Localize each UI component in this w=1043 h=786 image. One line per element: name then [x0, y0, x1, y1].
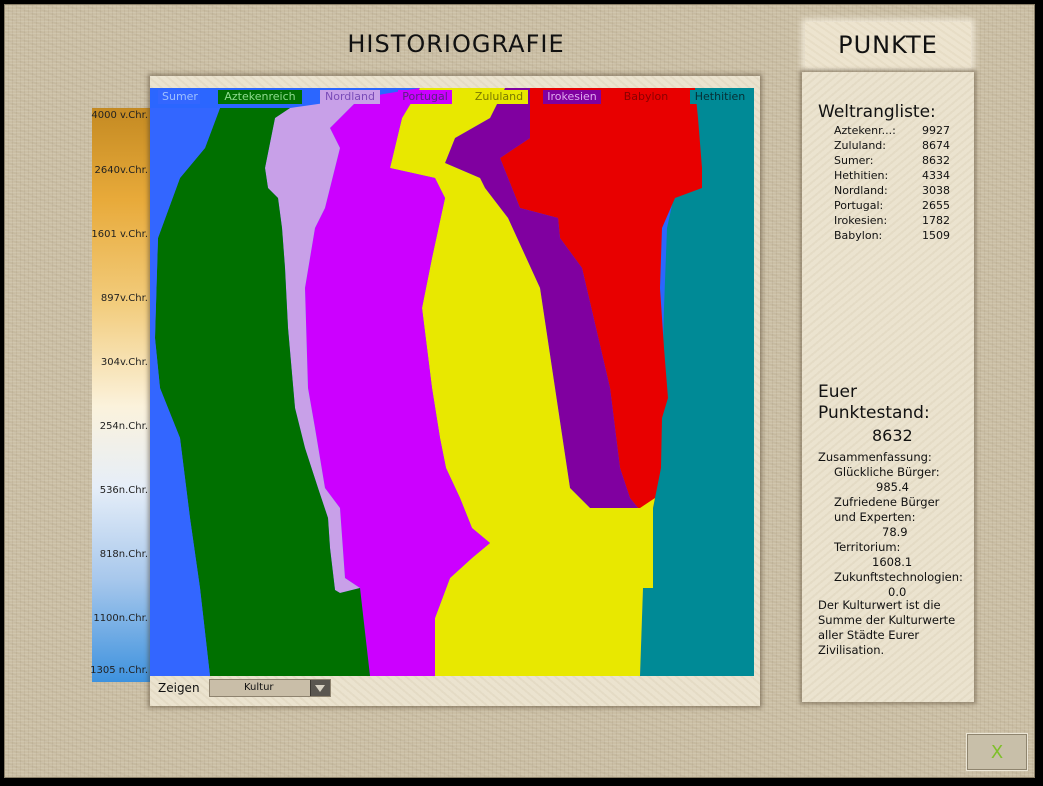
happy-citizens-label: Glückliche Bürger:	[834, 465, 940, 479]
close-icon: X	[990, 741, 1004, 763]
ranking-name: Hethitien:	[834, 169, 889, 182]
legend-label: Zululand	[474, 90, 524, 103]
zeigen-label: Zeigen	[158, 681, 200, 695]
timeline-label: 1305 n.Chr.	[90, 665, 148, 676]
score-value: 8632	[872, 426, 913, 445]
culture-note: Der Kulturwert ist die	[818, 598, 941, 612]
timeline-gradient-bar: 4000 v.Chr. 2640v.Chr. 1601 v.Chr. 897v.…	[90, 108, 150, 682]
ranking-row: Nordland: 3038	[834, 184, 954, 199]
timeline-label: 536n.Chr.	[99, 485, 148, 496]
ranking-name: Aztekenr...:	[834, 124, 896, 137]
legend-label: Portugal	[402, 90, 448, 103]
ranking-score: 8674	[922, 139, 950, 152]
ranking-row: Irokesien: 1782	[834, 214, 954, 229]
legend-label: Irokesien	[547, 90, 597, 103]
display-select-value: Kultur	[244, 682, 274, 693]
legend-item-babylon[interactable]: Babylon	[619, 90, 673, 104]
history-stream-chart: Sumer Aztekenreich Nordland Portugal Zul…	[150, 88, 754, 676]
chevron-down-icon[interactable]	[310, 680, 330, 696]
ranking-row: Zululand: 8674	[834, 139, 954, 154]
timeline-label: 818n.Chr.	[99, 549, 148, 560]
timeline-label: 2640v.Chr.	[94, 165, 148, 176]
close-button[interactable]: X	[966, 733, 1028, 771]
ranking-row: Aztekenr...: 9927	[834, 124, 954, 139]
ranking-title: Weltrangliste:	[818, 102, 936, 122]
stream-chart-svg	[150, 88, 754, 676]
ranking-name: Babylon:	[834, 229, 883, 242]
ranking-name: Nordland:	[834, 184, 888, 197]
legend-label: Sumer	[162, 90, 198, 103]
culture-note: Zivilisation.	[818, 643, 885, 657]
content-citizens-label-2: und Experten:	[834, 510, 916, 524]
territory-label: Territorium:	[834, 540, 901, 554]
timeline-label: 1601 v.Chr.	[91, 229, 148, 240]
timeline-label: 4000 v.Chr.	[91, 110, 148, 121]
territory-value: 1608.1	[872, 555, 913, 569]
happy-citizens-value: 985.4	[876, 480, 909, 494]
display-select[interactable]: Kultur	[209, 679, 331, 697]
content-citizens-value: 78.9	[882, 525, 908, 539]
ranking-row: Portugal: 2655	[834, 199, 954, 214]
summary-title: Zusammenfassung:	[818, 450, 932, 464]
ranking-score: 2655	[922, 199, 950, 212]
ranking-name: Irokesien:	[834, 214, 888, 227]
ranking-name: Portugal:	[834, 199, 884, 212]
content-citizens-label: Zufriedene Bürger	[834, 495, 940, 509]
ranking-score: 3038	[922, 184, 950, 197]
legend-item-irokesien[interactable]: Irokesien	[543, 90, 601, 104]
page-title: HISTORIOGRAFIE	[347, 30, 565, 58]
timeline-label: 304v.Chr.	[100, 357, 148, 368]
ranking-score: 1509	[922, 229, 950, 242]
score-title: Euer Punktestand:	[818, 382, 930, 423]
legend-label: Hethitien	[694, 90, 746, 103]
ranking-name: Sumer:	[834, 154, 874, 167]
timeline-label: 897v.Chr.	[100, 293, 148, 304]
legend-item-aztekenreich[interactable]: Aztekenreich	[218, 90, 302, 104]
legend-item-nordland[interactable]: Nordland	[320, 90, 380, 104]
legend-item-sumer[interactable]: Sumer	[158, 90, 200, 104]
timeline-label: 1100n.Chr.	[93, 613, 148, 624]
ranking-name: Zululand:	[834, 139, 886, 152]
ranking-score: 4334	[922, 169, 950, 182]
legend-label: Nordland	[324, 90, 376, 103]
legend-item-hethitien[interactable]: Hethitien	[690, 90, 750, 104]
ranking-row: Hethitien: 4334	[834, 169, 954, 184]
ranking-score: 9927	[922, 124, 950, 137]
ranking-row: Babylon: 1509	[834, 229, 954, 244]
culture-note: aller Städte Eurer	[818, 628, 920, 642]
culture-note: Summe der Kulturwerte	[818, 613, 956, 627]
ranking-score: 8632	[922, 154, 950, 167]
future-tech-label: Zukunftstechnologien:	[834, 570, 963, 584]
legend-item-zululand[interactable]: Zululand	[470, 90, 528, 104]
ranking-row: Sumer: 8632	[834, 154, 954, 169]
legend-item-portugal[interactable]: Portugal	[398, 90, 452, 104]
ranking-score: 1782	[922, 214, 950, 227]
timeline-label: 254n.Chr.	[99, 421, 148, 432]
legend-label: Aztekenreich	[224, 90, 296, 103]
legend-label: Babylon	[623, 90, 669, 103]
future-tech-value: 0.0	[888, 585, 907, 599]
punkte-tab[interactable]: PUNKTE	[805, 22, 971, 68]
